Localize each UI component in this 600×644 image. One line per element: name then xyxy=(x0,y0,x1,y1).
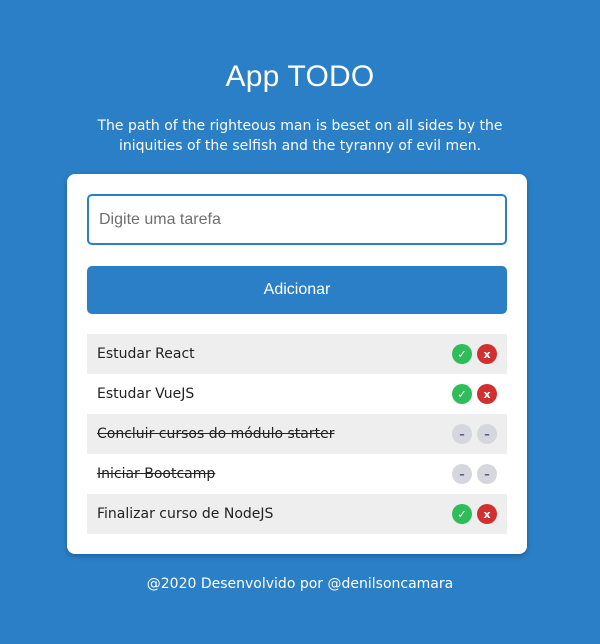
task-actions: – – xyxy=(452,464,497,484)
delete-task-button[interactable]: x xyxy=(477,384,497,404)
task-actions: ✓ x xyxy=(452,504,497,524)
add-task-button[interactable]: Adicionar xyxy=(87,266,507,314)
page-title: App TODO xyxy=(225,60,375,93)
task-label: Estudar VueJS xyxy=(97,386,195,402)
task-item: Concluir cursos do módulo starter – – xyxy=(87,414,507,454)
delete-task-button-disabled: – xyxy=(477,424,497,444)
page-subtitle: The path of the righteous man is beset o… xyxy=(97,118,503,154)
task-list: Estudar React ✓ x Estudar VueJS ✓ x Conc… xyxy=(87,334,507,534)
footer-credit: @2020 Desenvolvido por @denilsoncamara xyxy=(146,576,454,592)
task-actions: ✓ x xyxy=(452,344,497,364)
complete-task-button[interactable]: ✓ xyxy=(452,504,472,524)
task-label: Finalizar curso de NodeJS xyxy=(97,506,274,522)
delete-task-button[interactable]: x xyxy=(477,344,497,364)
delete-task-button[interactable]: x xyxy=(477,504,497,524)
complete-task-button[interactable]: ✓ xyxy=(452,384,472,404)
task-item: Iniciar Bootcamp – – xyxy=(87,454,507,494)
task-actions: – – xyxy=(452,424,497,444)
task-item: Finalizar curso de NodeJS ✓ x xyxy=(87,494,507,534)
task-item: Estudar VueJS ✓ x xyxy=(87,374,507,414)
task-actions: ✓ x xyxy=(452,384,497,404)
complete-task-button-disabled: – xyxy=(452,424,472,444)
complete-task-button[interactable]: ✓ xyxy=(452,344,472,364)
delete-task-button-disabled: – xyxy=(477,464,497,484)
task-label: Concluir cursos do módulo starter xyxy=(97,426,335,442)
task-input[interactable] xyxy=(87,194,507,245)
task-item: Estudar React ✓ x xyxy=(87,334,507,374)
todo-card: Adicionar Estudar React ✓ x Estudar VueJ… xyxy=(67,174,527,554)
complete-task-button-disabled: – xyxy=(452,464,472,484)
task-label: Estudar React xyxy=(97,346,195,362)
task-label: Iniciar Bootcamp xyxy=(97,466,216,482)
